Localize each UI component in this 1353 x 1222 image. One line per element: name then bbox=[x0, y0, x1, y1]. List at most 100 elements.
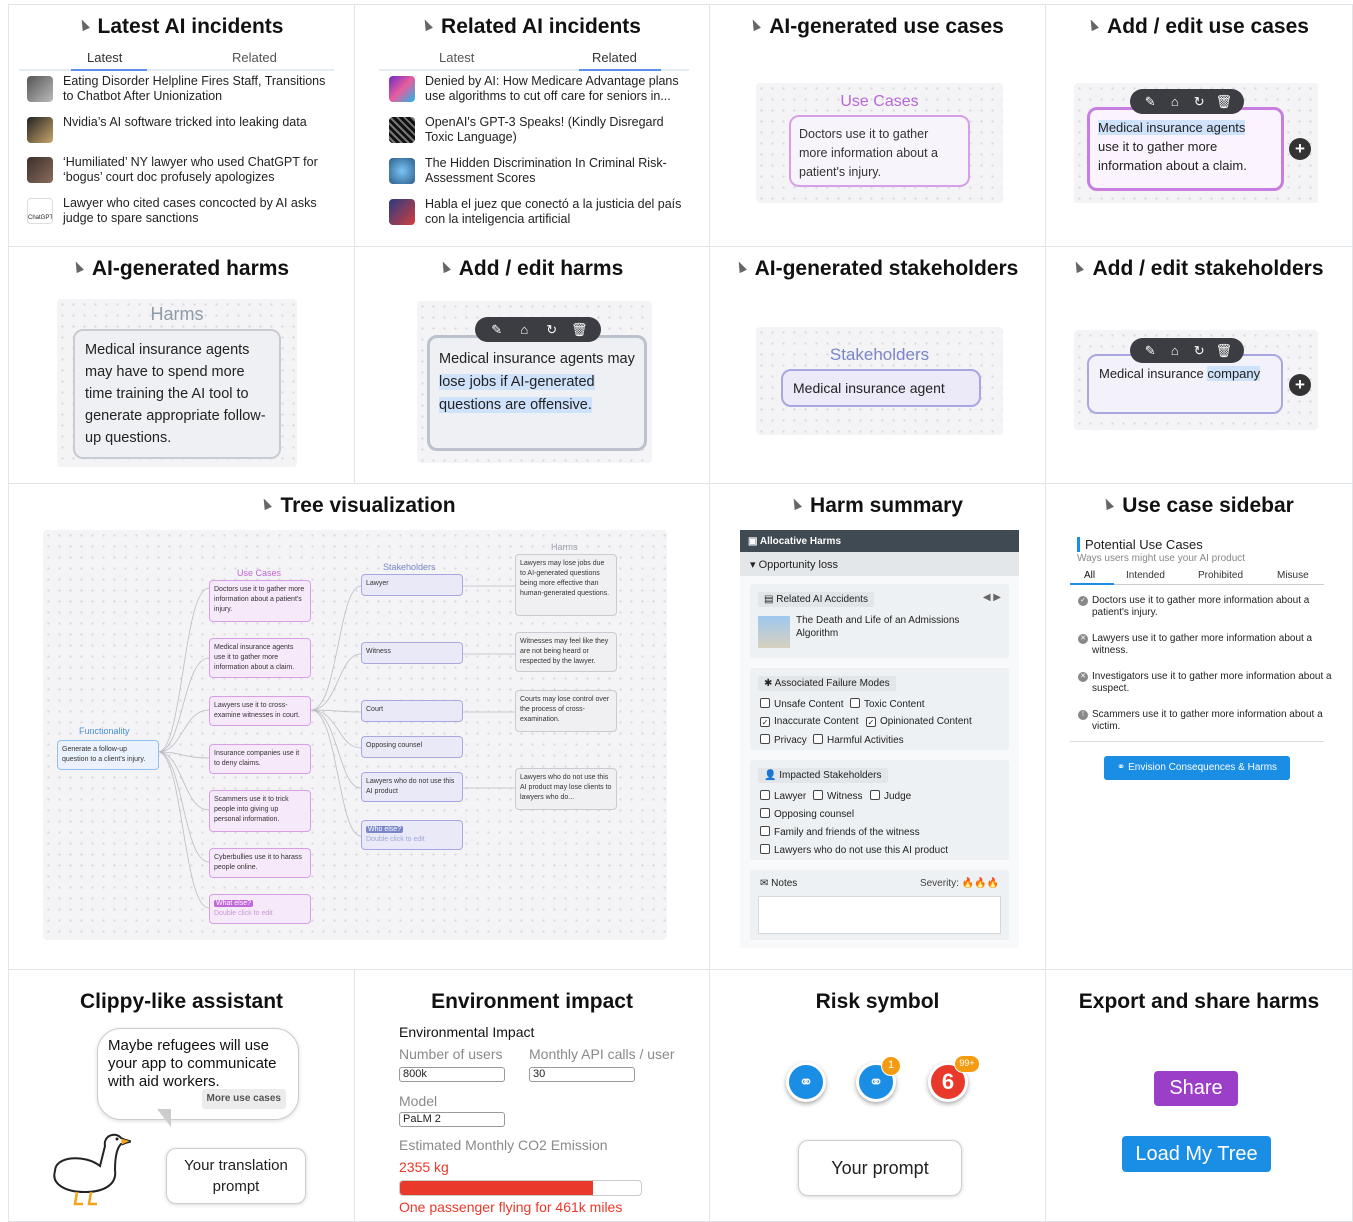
use-case-node[interactable]: Medical insurance agents use it to gathe… bbox=[209, 638, 311, 678]
harm-node[interactable]: Medical insurance agents may have to spe… bbox=[73, 329, 281, 459]
failure-checkbox[interactable]: Harmful Activities bbox=[813, 734, 904, 746]
harm-node[interactable]: Courts may lose control over the process… bbox=[515, 690, 617, 732]
who-else-node[interactable]: Who else? Double click to edit bbox=[361, 820, 463, 850]
tab-intended[interactable]: Intended bbox=[1126, 570, 1165, 581]
stakeholder-checkbox[interactable]: Witness bbox=[813, 790, 863, 802]
flame-icons[interactable]: 🔥🔥🔥 bbox=[959, 878, 999, 889]
harm-node-editing[interactable]: Medical insurance agents may lose jobs i… bbox=[427, 335, 647, 451]
use-case-node[interactable]: Lawyers use it to cross-examine witnesse… bbox=[209, 696, 311, 726]
tag-icon[interactable]: ⌂ bbox=[1166, 343, 1184, 358]
env-heading: Environmental Impact bbox=[399, 1024, 535, 1040]
failure-checkbox[interactable]: ✓ Inaccurate Content bbox=[760, 716, 859, 727]
use-case-node-editing[interactable]: Medical insurance agents use it to gather… bbox=[1087, 107, 1284, 191]
pager-arrows-icon[interactable]: ◀ ▶ bbox=[983, 592, 1001, 603]
stakeholder-node-editing[interactable]: Medical insurance company bbox=[1087, 354, 1283, 414]
pencil-icon[interactable]: ✎ bbox=[1141, 343, 1159, 359]
column-label: Functionality bbox=[79, 726, 130, 736]
refresh-icon[interactable]: ↻ bbox=[1190, 94, 1208, 110]
incident-item[interactable]: OpenAI's GPT-3 Speaks! (Kindly Disregard… bbox=[389, 115, 693, 145]
share-button[interactable]: Share bbox=[1154, 1071, 1238, 1106]
use-case-item[interactable]: ✓ Doctors use it to gather more informati… bbox=[1078, 595, 1342, 619]
use-case-item[interactable]: ✕ Lawyers use it to gather more informati… bbox=[1078, 633, 1342, 657]
selected-text: lose jobs if AI-generated questions are … bbox=[439, 374, 595, 413]
prompt-input[interactable]: Your prompt bbox=[798, 1140, 962, 1196]
harm-node[interactable]: Lawyers may lose jobs due to AI-generate… bbox=[515, 554, 617, 616]
add-node-icon[interactable]: + bbox=[1289, 374, 1311, 396]
notes-input[interactable] bbox=[758, 896, 1001, 934]
failure-checkbox[interactable]: ✓ Opinionated Content bbox=[866, 716, 972, 727]
use-case-item[interactable]: ! Scammers use it to gather more informat… bbox=[1078, 709, 1342, 733]
envision-consequences-button[interactable]: ⚭ Envision Consequences & Harms bbox=[1104, 756, 1290, 780]
incident-item[interactable]: Eating Disorder Helpline Fires Staff, Tr… bbox=[27, 74, 338, 104]
pencil-icon[interactable]: ✎ bbox=[1141, 94, 1159, 110]
selected-text: company bbox=[1207, 366, 1261, 381]
trash-icon[interactable]: 🗑 bbox=[1215, 343, 1233, 359]
harm-node[interactable]: Lawyers who do not use this AI product m… bbox=[515, 768, 617, 810]
use-case-node[interactable]: Doctors use it to gather more informatio… bbox=[789, 115, 970, 187]
trash-icon[interactable]: 🗑 bbox=[570, 322, 588, 338]
add-node-icon[interactable]: + bbox=[1289, 138, 1311, 160]
tab-related[interactable]: Related bbox=[232, 50, 277, 65]
tab-all[interactable]: All bbox=[1084, 570, 1095, 581]
ai-use-cases-panel: AI-generated use cases Use Cases Doctors… bbox=[709, 4, 1046, 247]
stakeholder-node[interactable]: Lawyers who do not use this AI product bbox=[361, 772, 463, 802]
refresh-icon[interactable]: ↻ bbox=[543, 322, 561, 338]
tab-related[interactable]: Related bbox=[592, 50, 637, 65]
severity-control[interactable]: Severity: 🔥🔥🔥 bbox=[920, 878, 999, 889]
use-case-node[interactable]: Cyberbullies use it to harass people onl… bbox=[209, 848, 311, 878]
users-input[interactable]: 800k bbox=[399, 1067, 505, 1082]
use-case-node[interactable]: Scammers use it to trick people into giv… bbox=[209, 790, 311, 832]
stakeholder-checkbox[interactable]: Judge bbox=[870, 790, 911, 802]
use-case-node[interactable]: Insurance companies use it to deny claim… bbox=[209, 744, 311, 774]
incident-item[interactable]: Nvidia’s AI software tricked into leakin… bbox=[27, 115, 338, 143]
stakeholder-node[interactable]: Court bbox=[361, 700, 463, 722]
use-case-node[interactable]: Doctors use it to gather more informatio… bbox=[209, 580, 311, 622]
load-tree-button[interactable]: Load My Tree bbox=[1122, 1136, 1271, 1172]
incident-item[interactable]: The Hidden Discrimination In Criminal Ri… bbox=[389, 156, 693, 186]
tree-canvas: Functionality Generate a follow-up quest… bbox=[43, 530, 667, 940]
subcategory-row[interactable]: ▾ Opportunity loss bbox=[740, 552, 1019, 576]
tab-latest[interactable]: Latest bbox=[439, 50, 474, 65]
use-case-item[interactable]: ✕ Investigators use it to gather more inf… bbox=[1078, 671, 1342, 695]
what-else-node[interactable]: What else? Double click to edit bbox=[209, 894, 311, 924]
notes-label: ✉ Notes bbox=[760, 878, 797, 889]
trash-icon[interactable]: 🗑 bbox=[1215, 94, 1233, 110]
stakeholder-node[interactable]: Witness bbox=[361, 642, 463, 664]
incident-item[interactable]: ‘Humiliated’ NY lawyer who used ChatGPT … bbox=[27, 155, 338, 185]
node-text: Witnesses may feel like they are not bei… bbox=[520, 638, 609, 665]
button-label: Envision Consequences & Harms bbox=[1128, 762, 1278, 773]
tab-latest[interactable]: Latest bbox=[87, 50, 122, 65]
incident-item[interactable]: ChatGPT Lawyer who cited cases concocted … bbox=[27, 196, 338, 226]
api-input[interactable]: 30 bbox=[529, 1067, 635, 1082]
tab-misuse[interactable]: Misuse bbox=[1277, 570, 1309, 581]
stakeholder-node[interactable]: Opposing counsel bbox=[361, 736, 463, 758]
translation-prompt-input[interactable]: Your translation prompt bbox=[166, 1148, 306, 1204]
stakeholder-node[interactable]: Medical insurance agent bbox=[781, 369, 981, 407]
stakeholder-checkbox[interactable]: Lawyers who do not use this AI product bbox=[760, 844, 948, 856]
sidebar-heading: Potential Use Cases bbox=[1077, 537, 1203, 552]
checkbox-label: Toxic Content bbox=[864, 699, 925, 710]
failure-checkbox[interactable]: Unsafe Content bbox=[760, 698, 844, 710]
stakeholder-checkbox[interactable]: Lawyer bbox=[760, 790, 806, 802]
model-select[interactable]: PaLM 2 bbox=[399, 1112, 505, 1127]
pencil-icon[interactable]: ✎ bbox=[488, 322, 506, 338]
incident-item[interactable]: Habla el juez que conectó a la justicia … bbox=[389, 197, 693, 227]
accident-text[interactable]: The Death and Life of an Admissions Algo… bbox=[796, 614, 993, 640]
refresh-icon[interactable]: ↻ bbox=[1190, 343, 1208, 359]
functionality-node[interactable]: Generate a follow-up question to a clien… bbox=[57, 740, 159, 770]
more-use-cases-button[interactable]: More use cases bbox=[201, 1089, 286, 1109]
incident-item[interactable]: Denied by AI: How Medicare Advantage pla… bbox=[389, 74, 693, 104]
binoculars-risk-icon[interactable]: ⚭ bbox=[786, 1062, 826, 1102]
stakeholder-checkbox[interactable]: Opposing counsel bbox=[760, 808, 854, 820]
failure-checkbox[interactable]: Privacy bbox=[760, 734, 807, 746]
checkbox-icon bbox=[760, 698, 770, 708]
tag-icon[interactable]: ⌂ bbox=[515, 322, 533, 337]
tab-prohibited[interactable]: Prohibited bbox=[1198, 570, 1243, 581]
harm-node[interactable]: Witnesses may feel like they are not bei… bbox=[515, 632, 617, 672]
stakeholder-checkbox[interactable]: Family and friends of the witness bbox=[760, 826, 920, 838]
failure-checkbox[interactable]: Toxic Content bbox=[850, 698, 925, 710]
checkbox-icon bbox=[813, 790, 823, 800]
tag-icon[interactable]: ⌂ bbox=[1166, 94, 1184, 109]
stakeholder-node[interactable]: Lawyer bbox=[361, 574, 463, 596]
cursor-icon bbox=[71, 259, 84, 274]
